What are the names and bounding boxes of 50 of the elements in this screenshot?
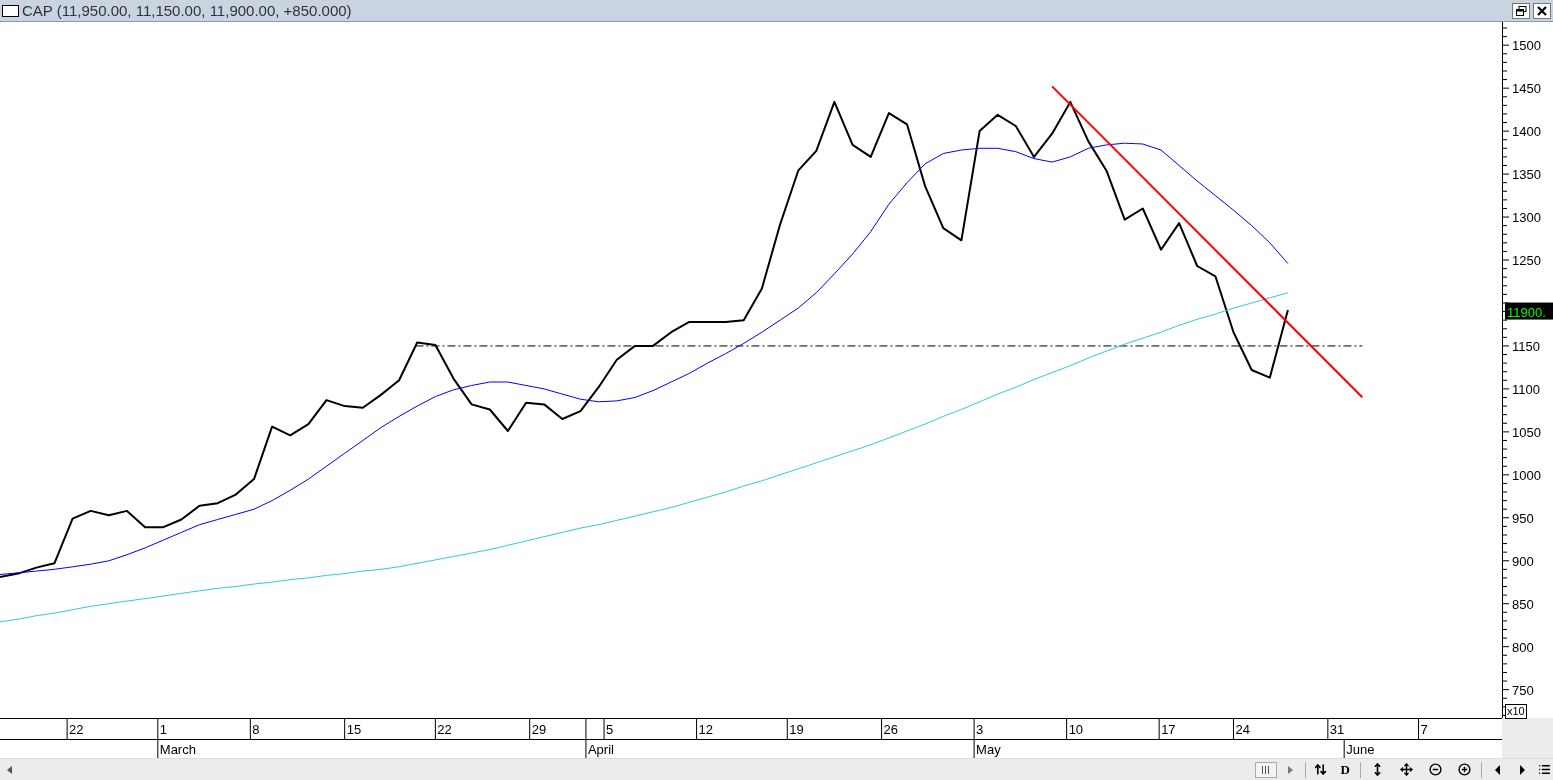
axis-label: 1250 <box>1512 253 1541 268</box>
axis-label: 750 <box>1512 682 1534 698</box>
axis-label: 1300 <box>1512 210 1541 226</box>
axis-label: 1050 <box>1512 424 1541 440</box>
date-label: 12 <box>698 722 714 737</box>
date-label: 15 <box>346 722 362 737</box>
axis-label: 1400 <box>1512 124 1541 140</box>
date-label: 24 <box>1235 722 1250 737</box>
date-label: 5 <box>606 722 614 737</box>
date-label: 31 <box>1329 722 1345 737</box>
price-tag: 11900. <box>1505 302 1553 320</box>
axis-label: 1500 <box>1512 38 1541 54</box>
axis-label: 950 <box>1512 510 1534 526</box>
axis-label: 1350 <box>1512 167 1541 183</box>
date-label: 29 <box>531 722 547 737</box>
date-label: 17 <box>1161 722 1176 737</box>
move-icon[interactable] <box>1400 763 1413 776</box>
close-button[interactable] <box>1533 2 1551 19</box>
close-icon <box>1537 5 1547 16</box>
restore-icon <box>1515 5 1527 16</box>
axis-label: 1000 <box>1512 467 1541 483</box>
window-title: CAP (11,950.00, 11,150.00, 11,900.00, +850.000) <box>22 3 352 18</box>
month-label: May <box>976 742 1001 757</box>
date-label: 22 <box>437 722 452 737</box>
month-label: June <box>1346 742 1375 757</box>
month-label: April <box>587 742 614 757</box>
d-button[interactable]: D <box>1340 763 1350 776</box>
zoom-out-icon[interactable] <box>1429 763 1442 776</box>
date-label: 10 <box>1068 722 1084 737</box>
axis-label: 1450 <box>1512 81 1541 97</box>
date-label: 19 <box>789 722 804 737</box>
up-down-arrows-icon[interactable] <box>1313 763 1327 776</box>
axis-label: 900 <box>1512 553 1534 569</box>
date-label: 3 <box>976 722 984 737</box>
date-label: 7 <box>1420 722 1428 737</box>
axis-label: 1100 <box>1512 381 1540 397</box>
date-label: 22 <box>69 722 84 737</box>
restore-button[interactable] <box>1512 2 1530 19</box>
axis-label: 850 <box>1512 596 1534 612</box>
axis-label: 800 <box>1512 639 1534 655</box>
date-label: 26 <box>883 722 899 737</box>
scale-label: x10 <box>1505 704 1527 719</box>
zoom-in-icon[interactable] <box>1458 763 1471 776</box>
axis-label: 1150 <box>1512 338 1540 354</box>
list-icon[interactable] <box>1538 763 1551 776</box>
date-label: 8 <box>252 722 260 737</box>
date-label: 1 <box>159 722 168 737</box>
month-label: March <box>159 742 196 757</box>
scroll-thumb[interactable] <box>1254 761 1277 778</box>
window-icon <box>2 4 19 17</box>
